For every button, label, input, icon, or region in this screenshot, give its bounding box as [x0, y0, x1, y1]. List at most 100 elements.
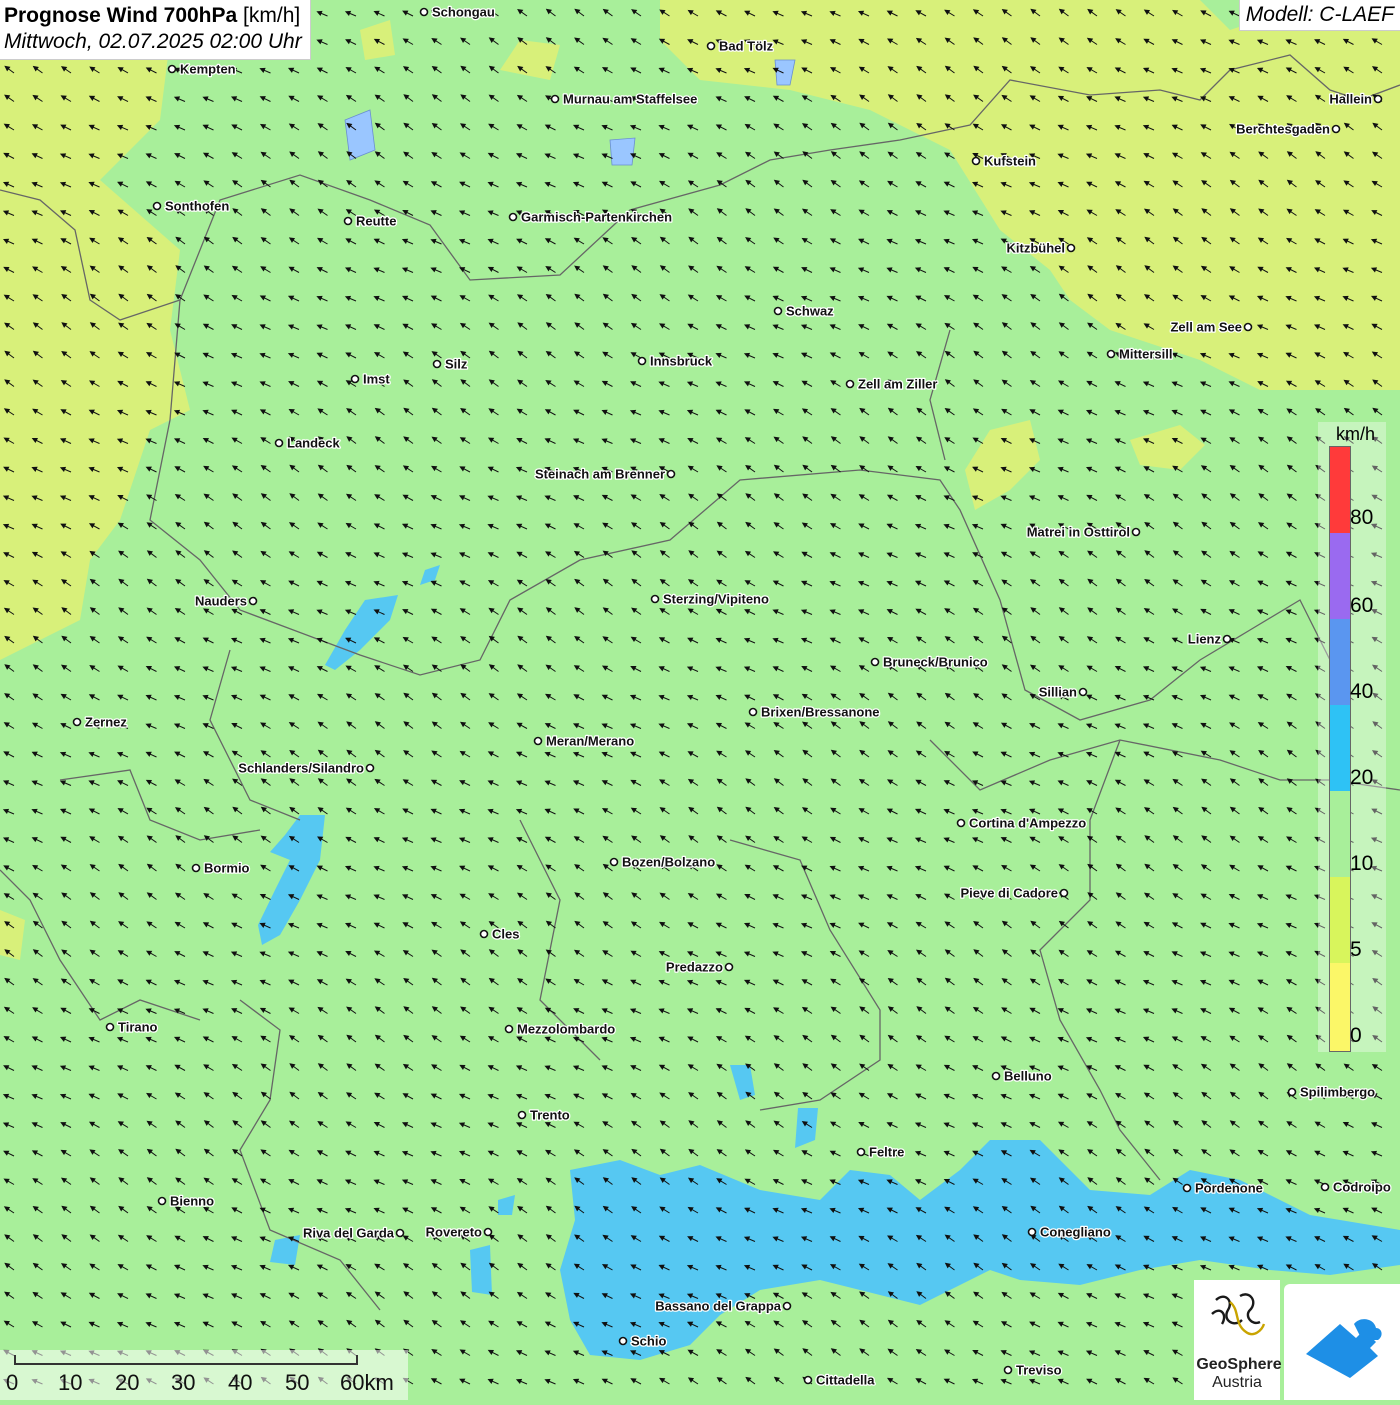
- city-dot: [803, 1375, 813, 1385]
- city-label: Berchtesgaden: [1236, 122, 1330, 137]
- scale-line: [14, 1355, 358, 1365]
- city-dot: [1320, 1182, 1330, 1192]
- scale-label: 50: [285, 1370, 310, 1395]
- city-dot: [1106, 349, 1116, 359]
- city-marker: Conegliano: [1027, 1223, 1112, 1241]
- city-dot: [773, 306, 783, 316]
- city-dot: [1182, 1183, 1192, 1193]
- geosphere-emblem-icon: [1211, 1293, 1266, 1336]
- city-label: Treviso: [1016, 1363, 1062, 1378]
- city-label: Rovereto: [426, 1225, 482, 1240]
- city-dot: [248, 596, 258, 606]
- legend-tick: 80: [1350, 506, 1374, 529]
- map-title-unit: [km/h]: [237, 4, 301, 27]
- city-dot: [350, 374, 360, 384]
- scale-label: 60km: [340, 1370, 394, 1395]
- city-label: Nauders: [195, 594, 247, 609]
- city-marker: Garmisch-Partenkirchen: [508, 208, 673, 226]
- city-marker: Murnau am Staffelsee: [550, 90, 699, 108]
- city-marker: Pordenone: [1182, 1179, 1264, 1197]
- city-marker: Bozen/Bolzano: [609, 853, 716, 871]
- city-dot: [533, 736, 543, 746]
- legend-seg-80: [1330, 447, 1350, 533]
- city-marker: Bruneck/Brunico: [870, 653, 989, 671]
- legend-seg-5: [1330, 877, 1350, 963]
- city-label: Spilimbergo: [1300, 1085, 1375, 1100]
- city-label: Steinach am Brenner: [535, 467, 665, 482]
- city-dot: [1066, 243, 1076, 253]
- city-dot: [724, 962, 734, 972]
- wind-map: SchongauBad TölzKemptenMurnau am Staffel…: [0, 0, 1400, 1400]
- city-dot: [650, 594, 660, 604]
- city-marker: Sonthofen: [152, 197, 231, 215]
- city-dot: [191, 863, 201, 873]
- city-label: Kitzbühel: [1007, 241, 1066, 256]
- city-dot: [706, 41, 716, 51]
- city-dot: [517, 1110, 527, 1120]
- city-label: Cles: [492, 927, 519, 942]
- city-dot: [956, 818, 966, 828]
- legend-seg-10: [1330, 791, 1350, 877]
- city-marker: Matrei in Osttirol: [1025, 523, 1141, 541]
- city-label: Garmisch-Partenkirchen: [521, 210, 672, 225]
- city-dot: [618, 1336, 628, 1346]
- city-dot: [609, 857, 619, 867]
- city-dot: [432, 359, 442, 369]
- city-marker: Riva del Garda: [302, 1224, 405, 1242]
- city-dot: [1078, 687, 1088, 697]
- city-marker: Spilimbergo: [1287, 1083, 1376, 1101]
- city-label: Codroipo: [1333, 1180, 1391, 1195]
- legend-tick: 5: [1350, 938, 1362, 961]
- city-label: Riva del Garda: [303, 1226, 395, 1241]
- city-dot: [1003, 1365, 1013, 1375]
- legend-seg-60: [1330, 533, 1350, 619]
- city-label: Zell am Ziller: [858, 377, 937, 392]
- city-label: Feltre: [869, 1145, 904, 1160]
- city-dot: [748, 707, 758, 717]
- city-dot: [1222, 634, 1232, 644]
- city-label: Mezzolombardo: [517, 1022, 615, 1037]
- city-marker: Schlanders/Silandro: [237, 759, 375, 777]
- city-dot: [157, 1196, 167, 1206]
- city-label: Silz: [445, 357, 468, 372]
- city-label: Bad Tölz: [719, 39, 774, 54]
- model-label: Modell: C-LAEF: [1238, 0, 1400, 31]
- city-label: Cortina d'Ampezzo: [969, 816, 1086, 831]
- city-marker: Predazzo: [665, 958, 734, 976]
- city-marker: Rovereto: [424, 1223, 493, 1241]
- city-dot: [479, 929, 489, 939]
- city-marker: Innsbruck: [637, 352, 714, 370]
- city-dot: [1373, 94, 1383, 104]
- city-marker: Steinach am Brenner: [534, 465, 676, 483]
- legend-tick: 40: [1350, 680, 1374, 703]
- legend-tick: 0: [1350, 1024, 1362, 1047]
- city-marker: Mezzolombardo: [504, 1020, 617, 1038]
- legend-seg-20: [1330, 705, 1350, 791]
- city-label: Conegliano: [1040, 1225, 1111, 1240]
- legend-unit: km/h: [1336, 424, 1376, 444]
- city-label: Kempten: [180, 62, 236, 77]
- city-label: Murnau am Staffelsee: [563, 92, 697, 107]
- city-dot: [167, 64, 177, 74]
- city-dot: [1059, 888, 1069, 898]
- city-label: Schlanders/Silandro: [238, 761, 364, 776]
- city-marker: Zell am Ziller: [845, 375, 939, 393]
- map-title: Prognose Wind 700hPa [km/h]: [4, 3, 302, 29]
- city-label: Belluno: [1004, 1069, 1052, 1084]
- city-dot: [152, 201, 162, 211]
- city-marker: Sterzing/Vipiteno: [650, 590, 770, 608]
- city-dot: [1287, 1087, 1297, 1097]
- city-label: Reutte: [356, 214, 396, 229]
- city-label: Bassano del Grappa: [655, 1299, 781, 1314]
- city-dot: [419, 7, 429, 17]
- city-label: Cittadella: [816, 1373, 875, 1388]
- city-dot: [856, 1147, 866, 1157]
- legend-seg-0: [1330, 963, 1350, 1051]
- city-label: Mittersill: [1119, 347, 1172, 362]
- city-label: Landeck: [287, 436, 341, 451]
- city-marker: Cortina d'Ampezzo: [956, 814, 1088, 832]
- city-dot: [508, 212, 518, 222]
- legend-seg-40: [1330, 619, 1350, 705]
- city-label: Brixen/Bressanone: [761, 705, 880, 720]
- city-dot: [1131, 527, 1141, 537]
